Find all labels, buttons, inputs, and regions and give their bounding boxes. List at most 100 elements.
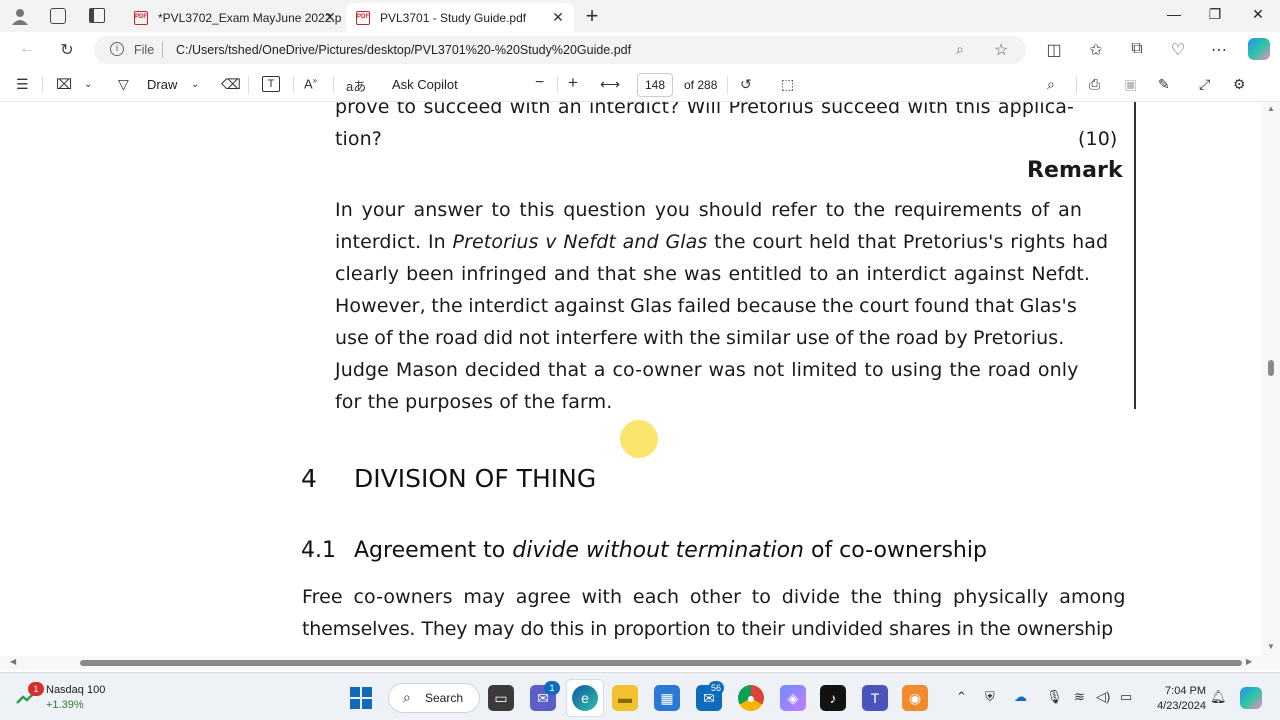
text-run: of co-ownership — [803, 538, 987, 563]
back-icon[interactable]: ← — [16, 40, 38, 58]
divider — [293, 76, 294, 94]
scrollbar-thumb[interactable] — [1268, 360, 1274, 376]
url-text[interactable]: C:/Users/tshed/OneDrive/Pictures/desktop… — [176, 43, 631, 57]
read-aloud-icon[interactable]: A» — [304, 76, 317, 91]
divider — [1076, 76, 1077, 94]
subsection-title: Agreement to divide without termination … — [354, 538, 987, 563]
stock-widget[interactable]: 1 Nasdaq 100 +1.39% — [14, 679, 134, 715]
browser-essentials-icon[interactable]: ♡ — [1167, 40, 1189, 60]
vertical-tabs-icon[interactable] — [89, 8, 105, 23]
tiktok-icon[interactable]: ♪ — [820, 685, 846, 711]
refresh-icon[interactable]: ↻ — [56, 40, 78, 60]
contents-icon[interactable]: ☰ — [16, 76, 29, 93]
ask-copilot-button[interactable]: Ask Copilot — [392, 77, 458, 92]
copilot-icon[interactable] — [1248, 38, 1270, 60]
save-icon[interactable]: ▣ — [1124, 76, 1137, 93]
clock-time[interactable]: 7:04 PM — [1160, 685, 1206, 697]
volume-icon[interactable]: ◁) — [1096, 689, 1110, 705]
favorites-icon[interactable]: ✩ — [1085, 40, 1107, 60]
highlight-icon[interactable]: ⌧ — [56, 76, 72, 93]
scrollbar-thumb[interactable] — [80, 660, 1242, 666]
tab-exam-pdf[interactable]: PDF *PVL3702_Exam MayJune 2022.p ✕ — [124, 3, 346, 32]
antivirus-icon[interactable]: ⛨ — [985, 689, 995, 705]
question-line: tion? — [335, 128, 382, 150]
divider — [333, 76, 334, 94]
draw-icon[interactable]: ▽ — [118, 76, 129, 93]
show-hidden-icons[interactable]: ⌃ — [956, 689, 967, 705]
zoom-out-button[interactable]: − — [535, 74, 544, 92]
onedrive-icon[interactable]: ☁ — [1014, 689, 1027, 705]
notifications-icon[interactable]: 🔔︎ — [1210, 689, 1227, 705]
minimize-icon[interactable]: — — [1164, 6, 1184, 22]
divider — [557, 76, 558, 94]
fullscreen-icon[interactable]: ⤢ — [1199, 76, 1210, 93]
favorite-star-icon[interactable]: ☆ — [994, 40, 1008, 60]
chrome-icon[interactable]: ● — [738, 685, 764, 711]
address-bar[interactable]: i File C:/Users/tshed/OneDrive/Pictures/… — [94, 36, 1026, 64]
scroll-left-icon[interactable]: ◀ — [10, 657, 16, 666]
page-view-icon[interactable]: ⬚ — [781, 76, 794, 93]
profile-icon[interactable] — [11, 7, 29, 25]
copilot-app-icon[interactable]: ◈ — [780, 685, 806, 711]
copilot-preview-icon[interactable] — [1240, 687, 1262, 709]
case-name: Pretorius v Nefdt and Glas — [452, 231, 708, 253]
search-icon[interactable]: ⌕ — [1047, 76, 1055, 93]
chevron-down-icon[interactable]: ⌄ — [84, 79, 92, 90]
photos-app-icon[interactable]: ◉ — [902, 685, 928, 711]
restore-icon[interactable]: ❐ — [1205, 6, 1225, 23]
remark-line: Judge Mason decided that a co-owner was … — [335, 359, 1079, 381]
stock-change: +1.39% — [46, 699, 84, 711]
fit-width-icon[interactable]: ⟷ — [600, 76, 620, 93]
clock-date[interactable]: 4/23/2024 — [1146, 700, 1206, 712]
tab-study-guide[interactable]: PDF PVL3701 - Study Guide.pdf ✕ — [346, 3, 574, 32]
new-tab-button[interactable]: + — [583, 3, 601, 29]
battery-icon[interactable]: ▭ — [1120, 689, 1132, 705]
eraser-icon[interactable]: ⌫ — [221, 76, 241, 93]
chevron-down-icon[interactable]: ⌄ — [191, 79, 199, 90]
tab-label: *PVL3702_Exam MayJune 2022.p — [158, 10, 342, 25]
search-label: Search — [425, 691, 464, 705]
pdf-icon: PDF — [356, 10, 370, 25]
settings-gear-icon[interactable]: ⚙ — [1233, 76, 1246, 93]
add-text-icon[interactable]: T — [262, 76, 280, 92]
zoom-in-button[interactable]: + — [568, 73, 578, 93]
workspaces-icon[interactable] — [50, 8, 66, 24]
notification-badge: 1 — [544, 681, 560, 695]
text-run: the court held that Pretorius's rights h… — [707, 231, 1109, 253]
split-screen-icon[interactable]: ◫ — [1043, 40, 1065, 60]
remark-margin-bar — [1134, 102, 1136, 409]
scroll-down-icon[interactable]: ▼ — [1267, 642, 1275, 651]
info-icon[interactable]: i — [110, 42, 124, 56]
file-explorer-icon[interactable]: ▬ — [612, 685, 638, 711]
remark-line: for the purposes of the farm. — [335, 391, 613, 413]
more-options-icon[interactable]: ⋯ — [1208, 40, 1230, 60]
vertical-scrollbar[interactable]: ▲ ▼ — [1262, 102, 1280, 656]
pdf-page-viewport[interactable]: prove to succeed with an interdict? Will… — [0, 102, 1262, 656]
teams-icon[interactable]: T — [862, 685, 888, 711]
edge-browser-icon[interactable]: e — [572, 685, 598, 711]
collections-icon[interactable]: ⧉ — [1126, 40, 1148, 58]
zoom-icon[interactable]: ⌕ — [956, 41, 964, 58]
notification-badge: 1 — [28, 682, 44, 696]
remark-line: use of the road did not interfere with t… — [335, 327, 1065, 349]
start-button[interactable] — [350, 687, 372, 709]
wifi-icon[interactable]: ≋ — [1074, 689, 1085, 705]
scroll-right-icon[interactable]: ▶ — [1246, 657, 1252, 666]
translate-icon[interactable]: aあ — [346, 76, 366, 95]
taskbar-search[interactable]: ⌕ Search — [388, 683, 480, 713]
print-icon[interactable]: ⎙ — [1089, 76, 1100, 93]
task-view-icon[interactable]: ▭ — [488, 685, 514, 711]
store-icon[interactable]: ▦ — [654, 685, 680, 711]
save-as-icon[interactable]: ✎ — [1158, 76, 1170, 93]
page-number-input[interactable]: 148 — [637, 73, 673, 97]
rotate-icon[interactable]: ↺ — [740, 76, 752, 93]
close-tab-icon[interactable]: ✕ — [550, 9, 566, 25]
draw-button[interactable]: Draw — [147, 77, 177, 92]
close-tab-icon[interactable]: ✕ — [322, 9, 338, 25]
microphone-icon[interactable]: 🎙︎ — [1046, 689, 1063, 705]
scroll-up-icon[interactable]: ▲ — [1267, 104, 1275, 113]
horizontal-scrollbar[interactable]: ◀ ▶ — [0, 656, 1280, 670]
close-window-icon[interactable]: ✕ — [1248, 6, 1268, 23]
marks-label: (10) — [1078, 128, 1118, 150]
body-line: Free co-owners may agree with each other… — [302, 586, 1126, 608]
